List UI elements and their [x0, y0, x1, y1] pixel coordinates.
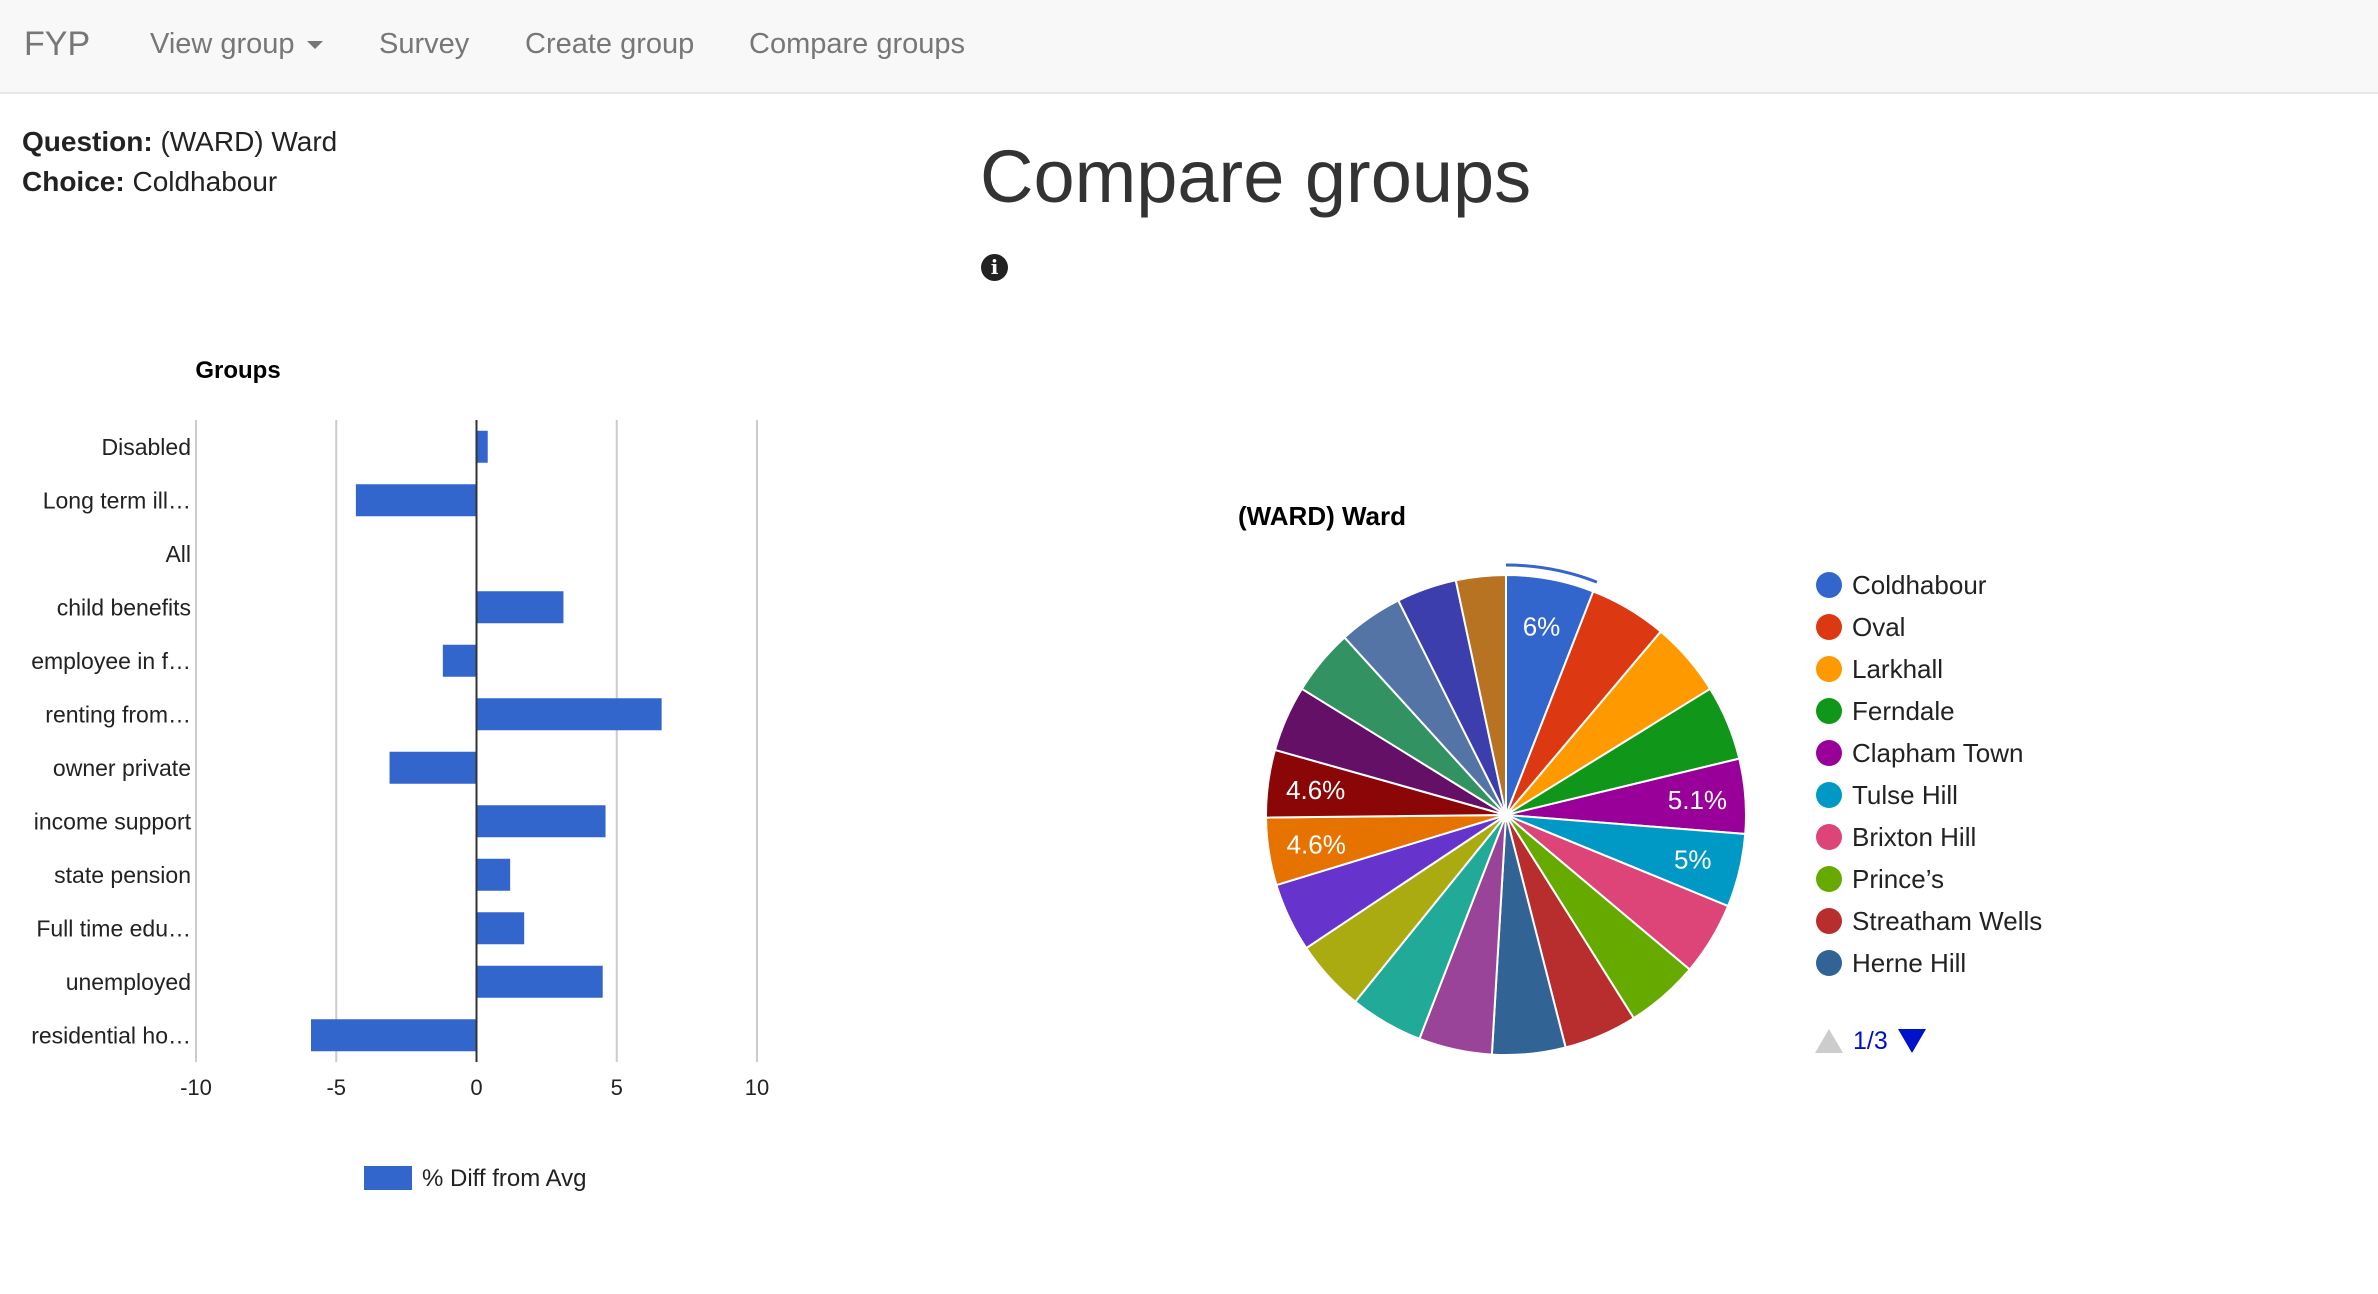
- category-label: income support: [34, 808, 192, 834]
- legend-swatch: [1816, 698, 1842, 724]
- x-tick-label: -5: [326, 1075, 346, 1100]
- pie-slice: [1505, 687, 1741, 816]
- legend-label: Ferndale: [1852, 696, 1955, 726]
- pie-slice: [1265, 748, 1507, 819]
- category-label: owner private: [53, 755, 191, 781]
- legend-swatch: [364, 1166, 412, 1190]
- category-label: All: [165, 541, 191, 567]
- pie-slice: [1505, 814, 1692, 1020]
- pie-slice: [1300, 636, 1507, 816]
- legend-swatch: [1816, 614, 1842, 640]
- pie-chart-title: (WARD) Ward: [1238, 501, 1406, 531]
- legend-prev-page-icon: [1815, 1029, 1843, 1053]
- bar: [311, 1019, 477, 1052]
- pie-slice-label: 4.6%: [1287, 829, 1346, 859]
- legend-label: Clapham Town: [1852, 738, 2024, 768]
- legend-swatch: [1816, 908, 1842, 934]
- pie-slice-label: 6%: [1523, 611, 1561, 641]
- category-label: unemployed: [66, 969, 191, 995]
- pie-slice: [1353, 814, 1507, 1041]
- legend-label: % Diff from Avg: [422, 1165, 587, 1192]
- legend-pager: 1/3: [1815, 1024, 1926, 1058]
- pie-slice-label: 5%: [1674, 845, 1712, 875]
- bar: [442, 644, 477, 677]
- legend-label: Tulse Hill: [1852, 780, 1958, 810]
- pie-slice: [1505, 757, 1747, 836]
- legend-label: Streatham Wells: [1852, 906, 2042, 936]
- pie-slice-label: 4.6%: [1286, 775, 1345, 805]
- legend-page-indicator: 1/3: [1853, 1026, 1888, 1055]
- x-tick-label: 0: [470, 1075, 482, 1100]
- legend-label: Larkhall: [1852, 654, 1943, 684]
- bar: [476, 965, 603, 998]
- category-label: child benefits: [57, 594, 191, 620]
- bar: [476, 591, 564, 624]
- category-label: Disabled: [102, 434, 192, 460]
- category-label: Full time edu…: [36, 915, 191, 941]
- category-label: state pension: [54, 862, 191, 888]
- bar: [389, 751, 477, 784]
- pie-slice: [1454, 573, 1507, 816]
- category-label: employee in f…: [31, 648, 191, 674]
- legend-swatch: [1816, 950, 1842, 976]
- pie-slice: [1264, 814, 1507, 887]
- legend-label: Prince’s: [1852, 864, 1944, 894]
- bar: [355, 484, 477, 517]
- category-label: residential ho…: [31, 1022, 191, 1048]
- pie-slice: [1505, 814, 1747, 908]
- legend-swatch: [1816, 656, 1842, 682]
- legend-swatch: [1816, 572, 1842, 598]
- legend-label: Brixton Hill: [1852, 822, 1976, 852]
- pie-slice: [1304, 814, 1507, 1004]
- pie-slice-label: 5.1%: [1668, 785, 1727, 815]
- pie-slice: [1505, 573, 1595, 816]
- pie-slice: [1275, 814, 1507, 950]
- category-label: renting from…: [45, 701, 191, 727]
- legend-next-page-icon[interactable]: [1897, 1029, 1926, 1053]
- x-tick-label: -10: [180, 1075, 212, 1100]
- pie-slice-highlight: [1505, 563, 1598, 584]
- bar: [476, 912, 525, 945]
- bar: [476, 430, 488, 463]
- pie-slice: [1490, 814, 1567, 1056]
- pie-slice: [1273, 687, 1507, 816]
- legend-swatch: [1816, 740, 1842, 766]
- category-label: Long term ill…: [43, 487, 191, 513]
- info-circle-icon[interactable]: i: [981, 254, 1008, 281]
- pie-slice: [1396, 579, 1507, 816]
- legend-swatch: [1816, 824, 1842, 850]
- pie-slice: [1505, 590, 1663, 816]
- x-tick-label: 10: [745, 1075, 769, 1100]
- pie-slice: [1505, 814, 1636, 1049]
- legend-swatch: [1816, 782, 1842, 808]
- pie-slice: [1505, 814, 1730, 971]
- legend-swatch: [1816, 866, 1842, 892]
- pie-slice: [1343, 599, 1507, 816]
- bar-chart-title: Groups: [195, 357, 280, 384]
- legend-label: Herne Hill: [1852, 948, 1966, 978]
- legend-label: Coldhabour: [1852, 570, 1987, 600]
- bar: [476, 805, 606, 838]
- bar-chart: Groups -10 -5 0 5 10 Disabled Long term ill… All…: [31, 357, 769, 1192]
- bar: [476, 698, 662, 731]
- page-title: Compare groups: [980, 135, 1532, 218]
- pie-slice: [1505, 630, 1712, 816]
- pie-slice: [1418, 814, 1507, 1056]
- x-tick-label: 5: [611, 1075, 623, 1100]
- bar: [476, 858, 511, 891]
- legend-label: Oval: [1852, 612, 1905, 642]
